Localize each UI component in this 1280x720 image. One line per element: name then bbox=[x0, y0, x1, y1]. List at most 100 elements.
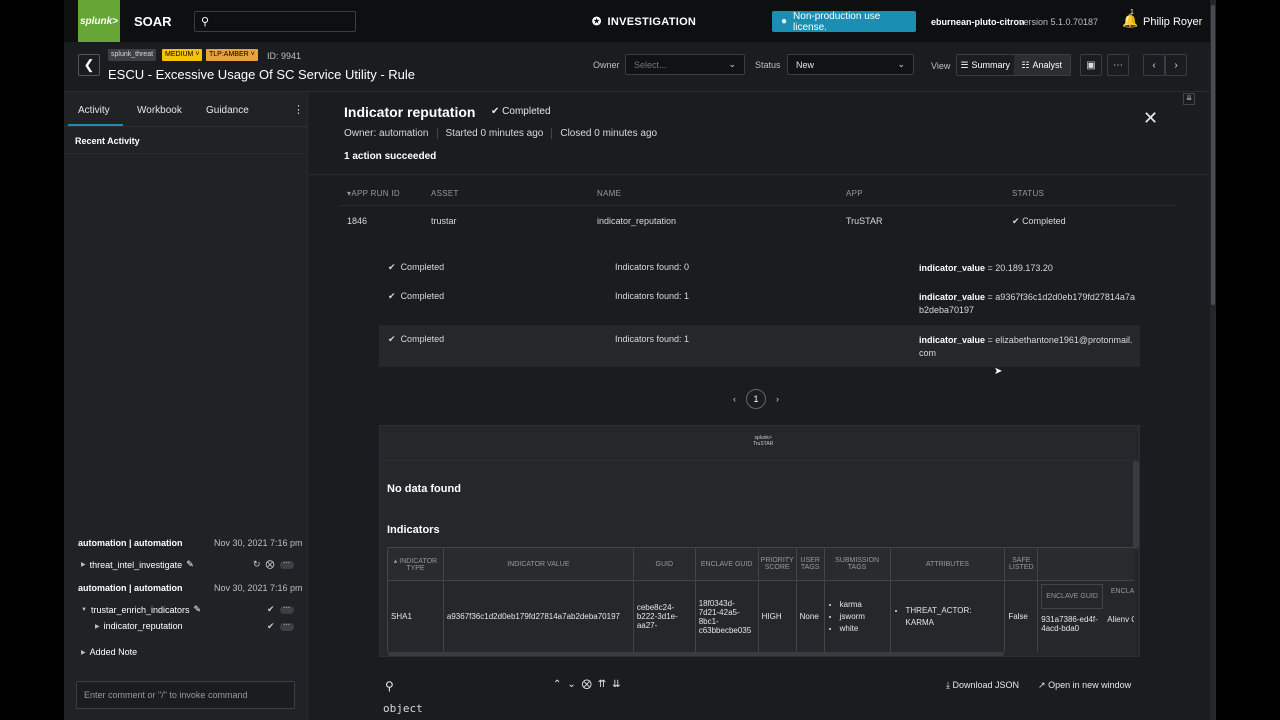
result-item-value-text: = 20.189.173.20 bbox=[987, 263, 1053, 273]
col-asset[interactable]: ASSET bbox=[431, 189, 459, 198]
table-header-divider bbox=[340, 205, 1176, 206]
more-button[interactable]: ⋯ bbox=[1107, 54, 1129, 76]
check-icon: ✔ bbox=[267, 621, 275, 631]
attribute-item: THREAT_ACTOR: KARMA bbox=[906, 605, 1002, 629]
result-item-count: Indicators found: 1 bbox=[615, 334, 690, 344]
open-new-window-button[interactable]: ↗ Open in new window bbox=[1038, 680, 1131, 691]
briefcase-button[interactable]: ▣ bbox=[1080, 54, 1102, 76]
severity-tag[interactable]: MEDIUM ˅ bbox=[162, 49, 203, 61]
result-item-count: Indicators found: 0 bbox=[615, 262, 690, 272]
tab-guidance[interactable]: Guidance bbox=[206, 105, 249, 116]
no-data-message: No data found bbox=[387, 483, 461, 495]
view-analyst-button[interactable]: ☷ Analyst bbox=[1013, 55, 1070, 75]
col-indicator-value[interactable]: INDICATOR VALUE bbox=[442, 547, 634, 581]
comment-input[interactable]: Enter comment or "/" to invoke command bbox=[76, 681, 295, 709]
result-item[interactable]: ✔ Completed Indicators found: 1 indicato… bbox=[379, 325, 1140, 367]
result-item-count: Indicators found: 1 bbox=[615, 291, 690, 301]
kebab-menu-icon[interactable]: ⋮ bbox=[293, 103, 304, 116]
col-guid[interactable]: GUID bbox=[632, 547, 696, 581]
view-summary-button[interactable]: ☰ Summary bbox=[957, 55, 1014, 75]
expand-all-icon[interactable]: ⇊ bbox=[612, 679, 620, 690]
result-item-status: ✔ Completed bbox=[388, 262, 444, 273]
result-item[interactable]: ✔ Completed Indicators found: 0 indicato… bbox=[379, 255, 1140, 283]
col-name[interactable]: NAME bbox=[597, 189, 621, 198]
screen-right-margin bbox=[1216, 0, 1280, 720]
label-tag[interactable]: splunk_threat bbox=[108, 49, 157, 61]
license-badge[interactable]: ● Non-production use license. bbox=[772, 11, 916, 33]
json-nav-controls: ⌃ ⌄ ⨂ ⇈ ⇊ bbox=[553, 679, 621, 690]
trustar-logo: splunk> TruSTAR bbox=[753, 435, 773, 447]
col-app-run-id[interactable]: ▾APP RUN ID bbox=[347, 189, 400, 198]
chevron-down-icon[interactable]: ⌄ bbox=[567, 679, 575, 690]
cell-enclave-guid: 18f0343d-7d21-42a5-8bc1-c63bbecbe035 bbox=[694, 580, 759, 652]
activity-controls: ↻ ⨂ ⋯ bbox=[253, 559, 294, 570]
refresh-icon[interactable]: ↻ bbox=[253, 559, 261, 570]
col-submission-tags[interactable]: SUBMISSION TAGS bbox=[823, 547, 891, 581]
recent-activity-heading: Recent Activity bbox=[75, 136, 140, 146]
activity-item[interactable]: ▶ threat_intel_investigate ✎ bbox=[81, 559, 194, 570]
clear-icon[interactable]: ⨂ bbox=[582, 679, 592, 690]
chevron-up-icon[interactable]: ⌃ bbox=[553, 679, 561, 690]
collapse-all-icon[interactable]: ⇈ bbox=[598, 679, 606, 690]
tab-activity[interactable]: Activity bbox=[78, 105, 110, 116]
prev-page-icon[interactable]: ‹ bbox=[733, 394, 736, 404]
download-icon: ⤓ bbox=[946, 680, 950, 690]
page-number[interactable]: 1 bbox=[746, 389, 766, 409]
json-search-icon[interactable]: ⚲ bbox=[385, 679, 394, 693]
user-menu[interactable]: Philip Royer bbox=[1143, 16, 1202, 28]
cell-name: indicator_reputation bbox=[597, 216, 677, 226]
next-event-button[interactable]: › bbox=[1165, 54, 1187, 76]
section-title[interactable]: ✪ INVESTIGATION bbox=[592, 15, 697, 29]
prev-event-button[interactable]: ‹ bbox=[1143, 54, 1165, 76]
splunk-logo[interactable]: splunk> bbox=[78, 0, 120, 42]
more-icon[interactable]: ⋯ bbox=[279, 605, 294, 614]
col-status[interactable]: STATUS bbox=[1012, 189, 1044, 198]
tlp-tag[interactable]: TLP:AMBER ˅ bbox=[206, 49, 258, 61]
recent-divider bbox=[64, 153, 308, 154]
result-closed: Closed 0 minutes ago bbox=[560, 128, 658, 139]
global-search-input[interactable]: ⚲ bbox=[194, 11, 356, 32]
result-meta: Owner: automation Started 0 minutes ago … bbox=[344, 128, 673, 139]
download-json-button[interactable]: ⤓ Download JSON bbox=[946, 680, 1019, 691]
severity-label: MEDIUM bbox=[165, 51, 194, 58]
added-note-item[interactable]: ▶ Added Note bbox=[81, 647, 137, 657]
status-select[interactable]: New ⌄ bbox=[787, 54, 914, 75]
result-item[interactable]: ✔ Completed Indicators found: 1 indicato… bbox=[379, 284, 1140, 324]
activity-subitem[interactable]: ▶ indicator_reputation bbox=[95, 621, 183, 631]
close-icon[interactable]: ✕ bbox=[1143, 108, 1158, 129]
owner-select[interactable]: Select... ⌄ bbox=[625, 54, 745, 75]
col-attributes[interactable]: ATTRIBUTES bbox=[889, 547, 1006, 581]
result-owner: Owner: automation bbox=[344, 128, 438, 139]
result-started: Started 0 minutes ago bbox=[446, 128, 553, 139]
page-scrollbar-thumb[interactable] bbox=[1211, 5, 1215, 305]
table-horizontal-scrollbar[interactable] bbox=[388, 652, 1004, 656]
col-app[interactable]: APP bbox=[846, 189, 863, 198]
cancel-icon[interactable]: ⨂ bbox=[266, 559, 275, 570]
collapse-icon[interactable]: ⇊ bbox=[1183, 93, 1195, 105]
col-safe-listed[interactable]: SAFE LISTED bbox=[1004, 547, 1039, 581]
result-status: ✔ Completed bbox=[491, 106, 551, 117]
next-page-icon[interactable]: › bbox=[776, 394, 779, 404]
section-label: INVESTIGATION bbox=[607, 15, 697, 28]
tab-workbook[interactable]: Workbook bbox=[137, 105, 182, 116]
cell-priority: HIGH bbox=[757, 580, 797, 652]
result-item-key: indicator_value bbox=[919, 335, 986, 345]
check-icon: ✔ bbox=[388, 291, 396, 301]
briefcase-icon: ▣ bbox=[1086, 59, 1096, 71]
info-icon: ● bbox=[781, 16, 788, 27]
col-indicator-type[interactable]: ▴ INDICATOR TYPE bbox=[387, 547, 444, 581]
widget-scrollbar[interactable] bbox=[1133, 461, 1139, 549]
more-icon[interactable]: ⋯ bbox=[279, 560, 294, 569]
caret-down-icon: ▼ bbox=[81, 606, 87, 613]
search-icon: ⚲ bbox=[201, 16, 210, 28]
col-user-tags[interactable]: USER TAGS bbox=[795, 547, 825, 581]
col-priority-score[interactable]: PRIORITY SCORE bbox=[757, 547, 797, 581]
activity-item[interactable]: ▼ trustar_enrich_indicators ✎ bbox=[81, 604, 201, 615]
cell-submission-tags: karma jsworm white bbox=[823, 580, 891, 652]
col-enclave-guid[interactable]: ENCLAVE GUID bbox=[694, 547, 759, 581]
cell-guid: cebe8c24-b222-3d1e-aa27- bbox=[632, 580, 696, 652]
back-button[interactable]: ❮ bbox=[78, 54, 100, 76]
chevron-down-icon: ⌄ bbox=[897, 59, 905, 69]
more-icon[interactable]: ⋯ bbox=[279, 622, 294, 631]
product-name: SOAR bbox=[134, 14, 172, 29]
